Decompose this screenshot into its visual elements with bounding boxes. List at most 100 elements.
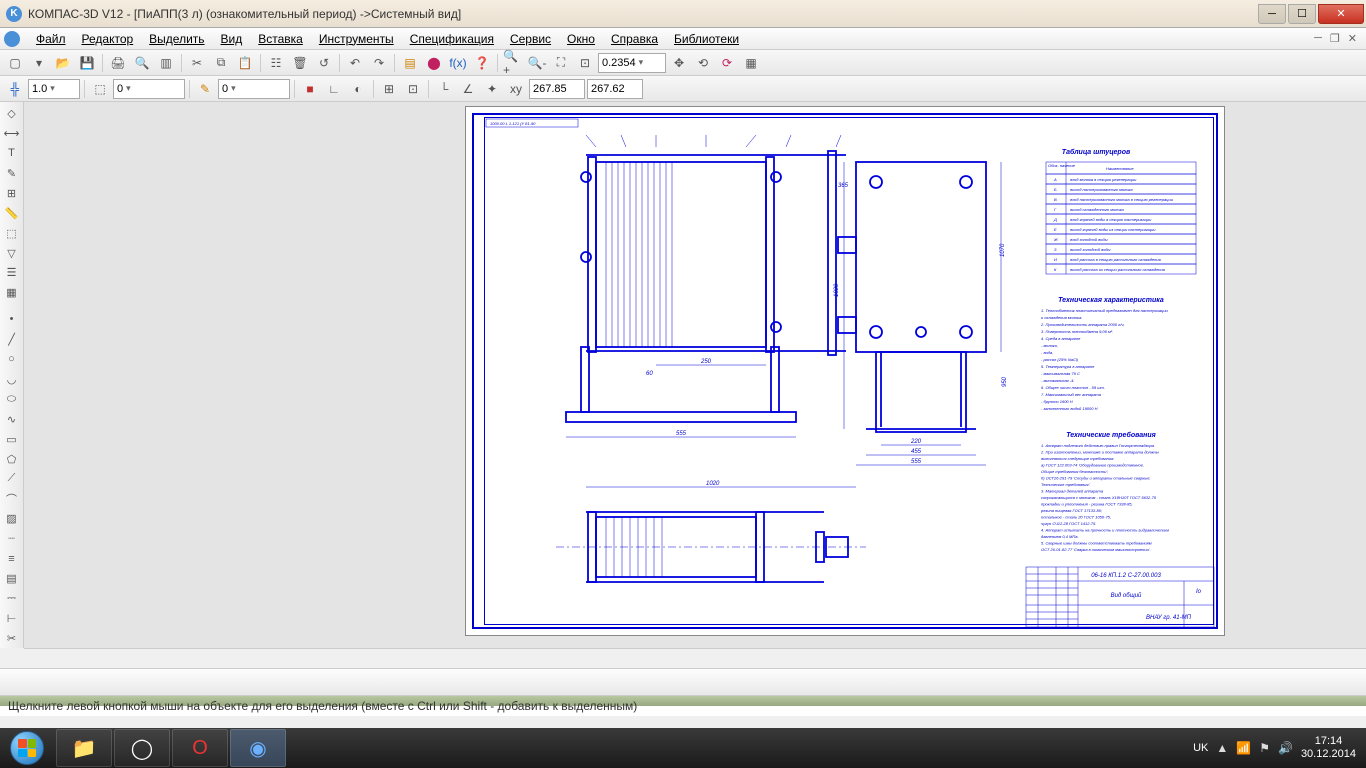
fillet-tool[interactable]: ⌒ <box>2 489 22 508</box>
undo-button[interactable]: ↶ <box>344 52 366 74</box>
open-button[interactable]: 📂 <box>52 52 74 74</box>
copy-button[interactable]: ⧉ <box>210 52 232 74</box>
help-button[interactable]: ❓ <box>471 52 493 74</box>
lib-manager-button[interactable]: ▤ <box>399 52 421 74</box>
delete-button[interactable]: 🗑 <box>289 52 311 74</box>
menu-insert[interactable]: Вставка <box>250 30 311 48</box>
zoom-prev-button[interactable]: ⟲ <box>692 52 714 74</box>
grid-button[interactable]: ▦ <box>740 52 762 74</box>
mdi-restore-button[interactable]: ❐ <box>1327 32 1343 45</box>
measure-tool[interactable]: 📏 <box>2 204 22 223</box>
extend-tool[interactable]: ⊢ <box>2 609 22 628</box>
circle-tool[interactable]: ○ <box>2 350 22 369</box>
menu-tools[interactable]: Инструменты <box>311 30 402 48</box>
task-opera[interactable]: O <box>172 729 228 767</box>
start-button[interactable] <box>0 728 54 768</box>
mdi-close-button[interactable]: ✕ <box>1345 32 1360 45</box>
line-width-combo[interactable]: 1.0 <box>28 79 80 99</box>
vars-button[interactable]: f(x) <box>447 52 469 74</box>
layer-combo[interactable]: 0 <box>113 79 185 99</box>
zoom-window-button[interactable]: ⛶ <box>550 52 572 74</box>
coord-y-input[interactable] <box>587 79 643 99</box>
ellipse-tool[interactable]: ⬭ <box>2 390 22 409</box>
horizontal-scrollbar[interactable] <box>24 648 1366 664</box>
menu-edit[interactable]: Редактор <box>74 30 142 48</box>
menu-window[interactable]: Окно <box>559 30 603 48</box>
refresh-button[interactable]: ⟳ <box>716 52 738 74</box>
line-tool[interactable]: ╱ <box>2 330 22 349</box>
save-button[interactable]: 💾 <box>76 52 98 74</box>
grid2-button[interactable]: ⊞ <box>378 78 400 100</box>
break-tool[interactable]: ⎓ <box>2 589 22 608</box>
tray-clock[interactable]: 17:14 30.12.2014 <box>1301 735 1356 761</box>
param-tool[interactable]: ⊞ <box>2 184 22 203</box>
spline-tool[interactable]: ∿ <box>2 410 22 429</box>
props-button[interactable]: ☷ <box>265 52 287 74</box>
views-tool[interactable]: ▦ <box>2 283 22 302</box>
menu-file[interactable]: Файл <box>28 30 74 48</box>
lcs-button[interactable]: └ <box>433 78 455 100</box>
trim-tool[interactable]: ✂ <box>2 629 22 648</box>
menu-view[interactable]: Вид <box>213 30 251 48</box>
zoom-fit-button[interactable]: ⊡ <box>574 52 596 74</box>
edit-tool[interactable]: ✎ <box>2 164 22 183</box>
new-doc-button[interactable]: ▢ <box>4 52 26 74</box>
menu-select[interactable]: Выделить <box>141 30 212 48</box>
snap2-button[interactable]: ⊡ <box>402 78 424 100</box>
minimize-button[interactable]: ─ <box>1258 4 1286 24</box>
print-button[interactable]: 🖨 <box>107 52 129 74</box>
tray-action-icon[interactable]: ⚑ <box>1259 741 1270 755</box>
maximize-button[interactable]: ☐ <box>1288 4 1316 24</box>
dimension-tool[interactable]: ⟷ <box>2 124 22 143</box>
hatch-tool[interactable]: ▨ <box>2 509 22 528</box>
arc-tool[interactable]: ◡ <box>2 370 22 389</box>
polar-button[interactable]: ✦ <box>481 78 503 100</box>
layer-icon[interactable]: ⬚ <box>89 78 111 100</box>
snap-button[interactable]: ⬤ <box>423 52 445 74</box>
cut-button[interactable]: ✂ <box>186 52 208 74</box>
zoom-scale-combo[interactable]: 0.2354 <box>598 53 666 73</box>
round-button[interactable]: ◐ <box>347 78 369 100</box>
aux-line-tool[interactable]: ┈ <box>2 529 22 548</box>
spec-button[interactable]: ▥ <box>155 52 177 74</box>
style-combo[interactable]: 0 <box>218 79 290 99</box>
ortho-button[interactable]: ╬ <box>4 78 26 100</box>
geometry-tool[interactable]: ◇ <box>2 104 22 123</box>
new-dd-button[interactable]: ▾ <box>28 52 50 74</box>
pan-button[interactable]: ✥ <box>668 52 690 74</box>
zoom-out-button[interactable]: 🔍- <box>526 52 548 74</box>
coord-x-input[interactable] <box>529 79 585 99</box>
angle-button[interactable]: ∠ <box>457 78 479 100</box>
rect-tool[interactable]: ▭ <box>2 430 22 449</box>
report-tool[interactable]: ☰ <box>2 264 22 283</box>
menu-lib[interactable]: Библиотеки <box>666 30 747 48</box>
redo-button[interactable]: ↷ <box>368 52 390 74</box>
ortho2-button[interactable]: ∟ <box>323 78 345 100</box>
preview-button[interactable]: 🔍 <box>131 52 153 74</box>
coord-xy-button[interactable]: xy <box>505 78 527 100</box>
menu-spec[interactable]: Спецификация <box>402 30 502 48</box>
task-chrome[interactable]: ◯ <box>114 729 170 767</box>
table-tool[interactable]: ▤ <box>2 569 22 588</box>
stop-button[interactable]: ■ <box>299 78 321 100</box>
select-tool[interactable]: ⬚ <box>2 224 22 243</box>
paste-button[interactable]: 📋 <box>234 52 256 74</box>
designation-tool[interactable]: T <box>2 144 22 163</box>
task-kompas[interactable]: ◉ <box>230 729 286 767</box>
task-explorer[interactable]: 📁 <box>56 729 112 767</box>
menu-help[interactable]: Справка <box>603 30 666 48</box>
drawing-canvas[interactable]: 1000.00 L 1-121 (У 81-90 <box>24 102 1366 648</box>
mdi-min-button[interactable]: ─ <box>1311 32 1325 45</box>
offset-tool[interactable]: ≡ <box>2 549 22 568</box>
chamfer-tool[interactable]: ⟋ <box>2 470 22 489</box>
tray-flag-icon[interactable]: ▲ <box>1216 741 1228 755</box>
menu-service[interactable]: Сервис <box>502 30 559 48</box>
spec-down-tool[interactable]: ▽ <box>2 244 22 263</box>
zoom-in-button[interactable]: 🔍+ <box>502 52 524 74</box>
history-button[interactable]: ↺ <box>313 52 335 74</box>
close-button[interactable]: ✕ <box>1318 4 1364 24</box>
style-icon[interactable]: ✎ <box>194 78 216 100</box>
tray-sound-icon[interactable]: 🔊 <box>1278 741 1293 755</box>
point-tool[interactable]: • <box>2 310 22 329</box>
tray-lang[interactable]: UK <box>1193 742 1208 754</box>
